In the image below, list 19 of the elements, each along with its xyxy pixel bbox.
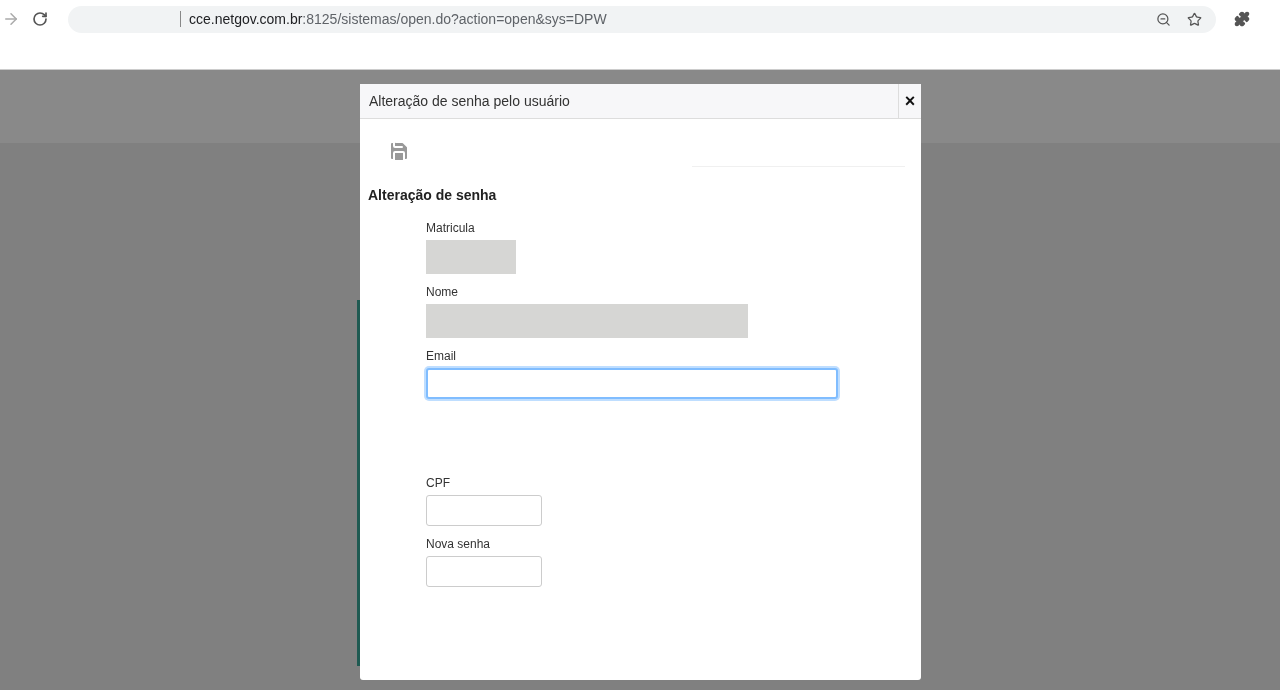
reload-icon[interactable] bbox=[32, 11, 48, 27]
input-field[interactable] bbox=[426, 368, 838, 399]
section-title: Alteração de senha bbox=[367, 186, 498, 205]
field-label: Email bbox=[426, 348, 457, 364]
puzzle-icon[interactable] bbox=[1234, 11, 1250, 27]
forward-icon[interactable] bbox=[2, 10, 20, 28]
field-label: Nome bbox=[426, 284, 459, 300]
field-label: Matricula bbox=[426, 220, 476, 236]
zoom-out-icon[interactable] bbox=[1156, 11, 1171, 27]
url-domain: cce.netgov.com.br bbox=[189, 9, 303, 29]
input-field[interactable] bbox=[426, 495, 542, 526]
url-path: :8125/sistemas/open.do?action=open&sys=DPW bbox=[302, 9, 607, 29]
input-field[interactable] bbox=[426, 556, 542, 587]
bookmark-star-icon[interactable] bbox=[1187, 11, 1202, 27]
address-bar[interactable]: cce.netgov.com.br:8125/sistemas/open.do?action=open&sys=DPW bbox=[68, 5, 1216, 33]
dialog-title: Alteração de senha pelo usuário bbox=[368, 91, 571, 111]
close-button[interactable]: × bbox=[898, 84, 921, 118]
field-label: CPF bbox=[426, 475, 451, 491]
field-label: Nova senha bbox=[426, 536, 492, 552]
